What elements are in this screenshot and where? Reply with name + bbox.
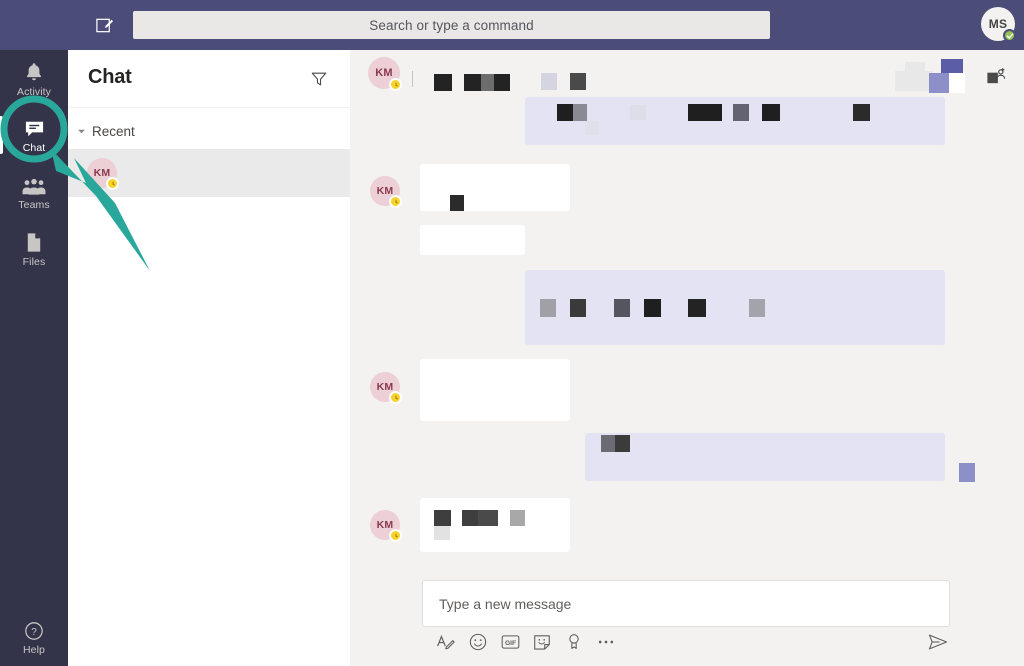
message-reaction-indicator[interactable]	[959, 463, 975, 482]
redacted-text-block	[434, 526, 450, 540]
redacted-text-block	[749, 299, 765, 317]
redacted-text-block	[541, 73, 557, 90]
redacted-text-block	[929, 73, 949, 93]
redacted-text-block	[462, 510, 478, 526]
redacted-text-block	[688, 104, 722, 121]
redacted-text-block	[557, 104, 573, 121]
message-bubble-outgoing[interactable]	[585, 433, 945, 481]
redacted-text-block	[762, 104, 780, 121]
compose-placeholder: Type a new message	[439, 595, 572, 612]
message-bubble-incoming[interactable]	[420, 164, 570, 211]
redacted-text-block	[733, 104, 749, 121]
redacted-text-block	[450, 195, 464, 211]
ellipsis-icon[interactable]	[594, 630, 618, 654]
presence-away-badge	[389, 529, 402, 542]
presence-away-badge	[389, 195, 402, 208]
format-text-icon[interactable]	[434, 630, 458, 654]
redacted-text-block	[478, 510, 498, 526]
sticker-icon[interactable]	[530, 630, 554, 654]
message-bubble-incoming[interactable]	[420, 359, 570, 421]
redacted-text-block	[614, 299, 630, 317]
redacted-text-block	[540, 299, 556, 317]
redacted-text-block	[895, 71, 933, 91]
presence-away-badge	[389, 391, 402, 404]
redacted-text-block	[510, 510, 525, 526]
teams-window: Search or type a command MS Activity Cha…	[0, 0, 1024, 666]
avatar[interactable]: KM	[370, 510, 402, 542]
redacted-text-block	[949, 73, 965, 93]
redacted-text-block	[585, 121, 599, 135]
svg-text:GIF: GIF	[504, 640, 515, 647]
redacted-text-block	[853, 104, 870, 121]
redacted-text-block	[434, 74, 452, 91]
redacted-text-block	[464, 74, 481, 91]
redacted-text-block	[601, 435, 615, 452]
avatar[interactable]: KM	[370, 176, 402, 208]
redacted-text-block	[570, 299, 586, 317]
redacted-text-block	[573, 104, 587, 121]
praise-badge-icon[interactable]	[562, 630, 586, 654]
redacted-text-block	[615, 435, 630, 452]
compose-toolbar: GIF	[434, 630, 950, 656]
emoji-smiley-icon[interactable]	[466, 630, 490, 654]
redacted-text-block	[481, 74, 494, 91]
message-compose-box[interactable]: Type a new message	[422, 580, 950, 627]
redacted-content-layer: KM KM KM	[0, 0, 1024, 666]
message-bubble-outgoing[interactable]	[525, 270, 945, 345]
redacted-text-block	[644, 299, 661, 317]
gif-icon[interactable]: GIF	[498, 630, 522, 654]
redacted-text-block	[688, 299, 706, 317]
redacted-text-block	[434, 510, 451, 526]
redacted-text-block	[630, 105, 646, 120]
redacted-text-block	[494, 74, 510, 91]
send-paper-plane-icon[interactable]	[926, 630, 950, 654]
avatar[interactable]: KM	[370, 372, 402, 404]
message-bubble-incoming[interactable]	[420, 225, 525, 255]
redacted-text-block	[570, 73, 586, 90]
